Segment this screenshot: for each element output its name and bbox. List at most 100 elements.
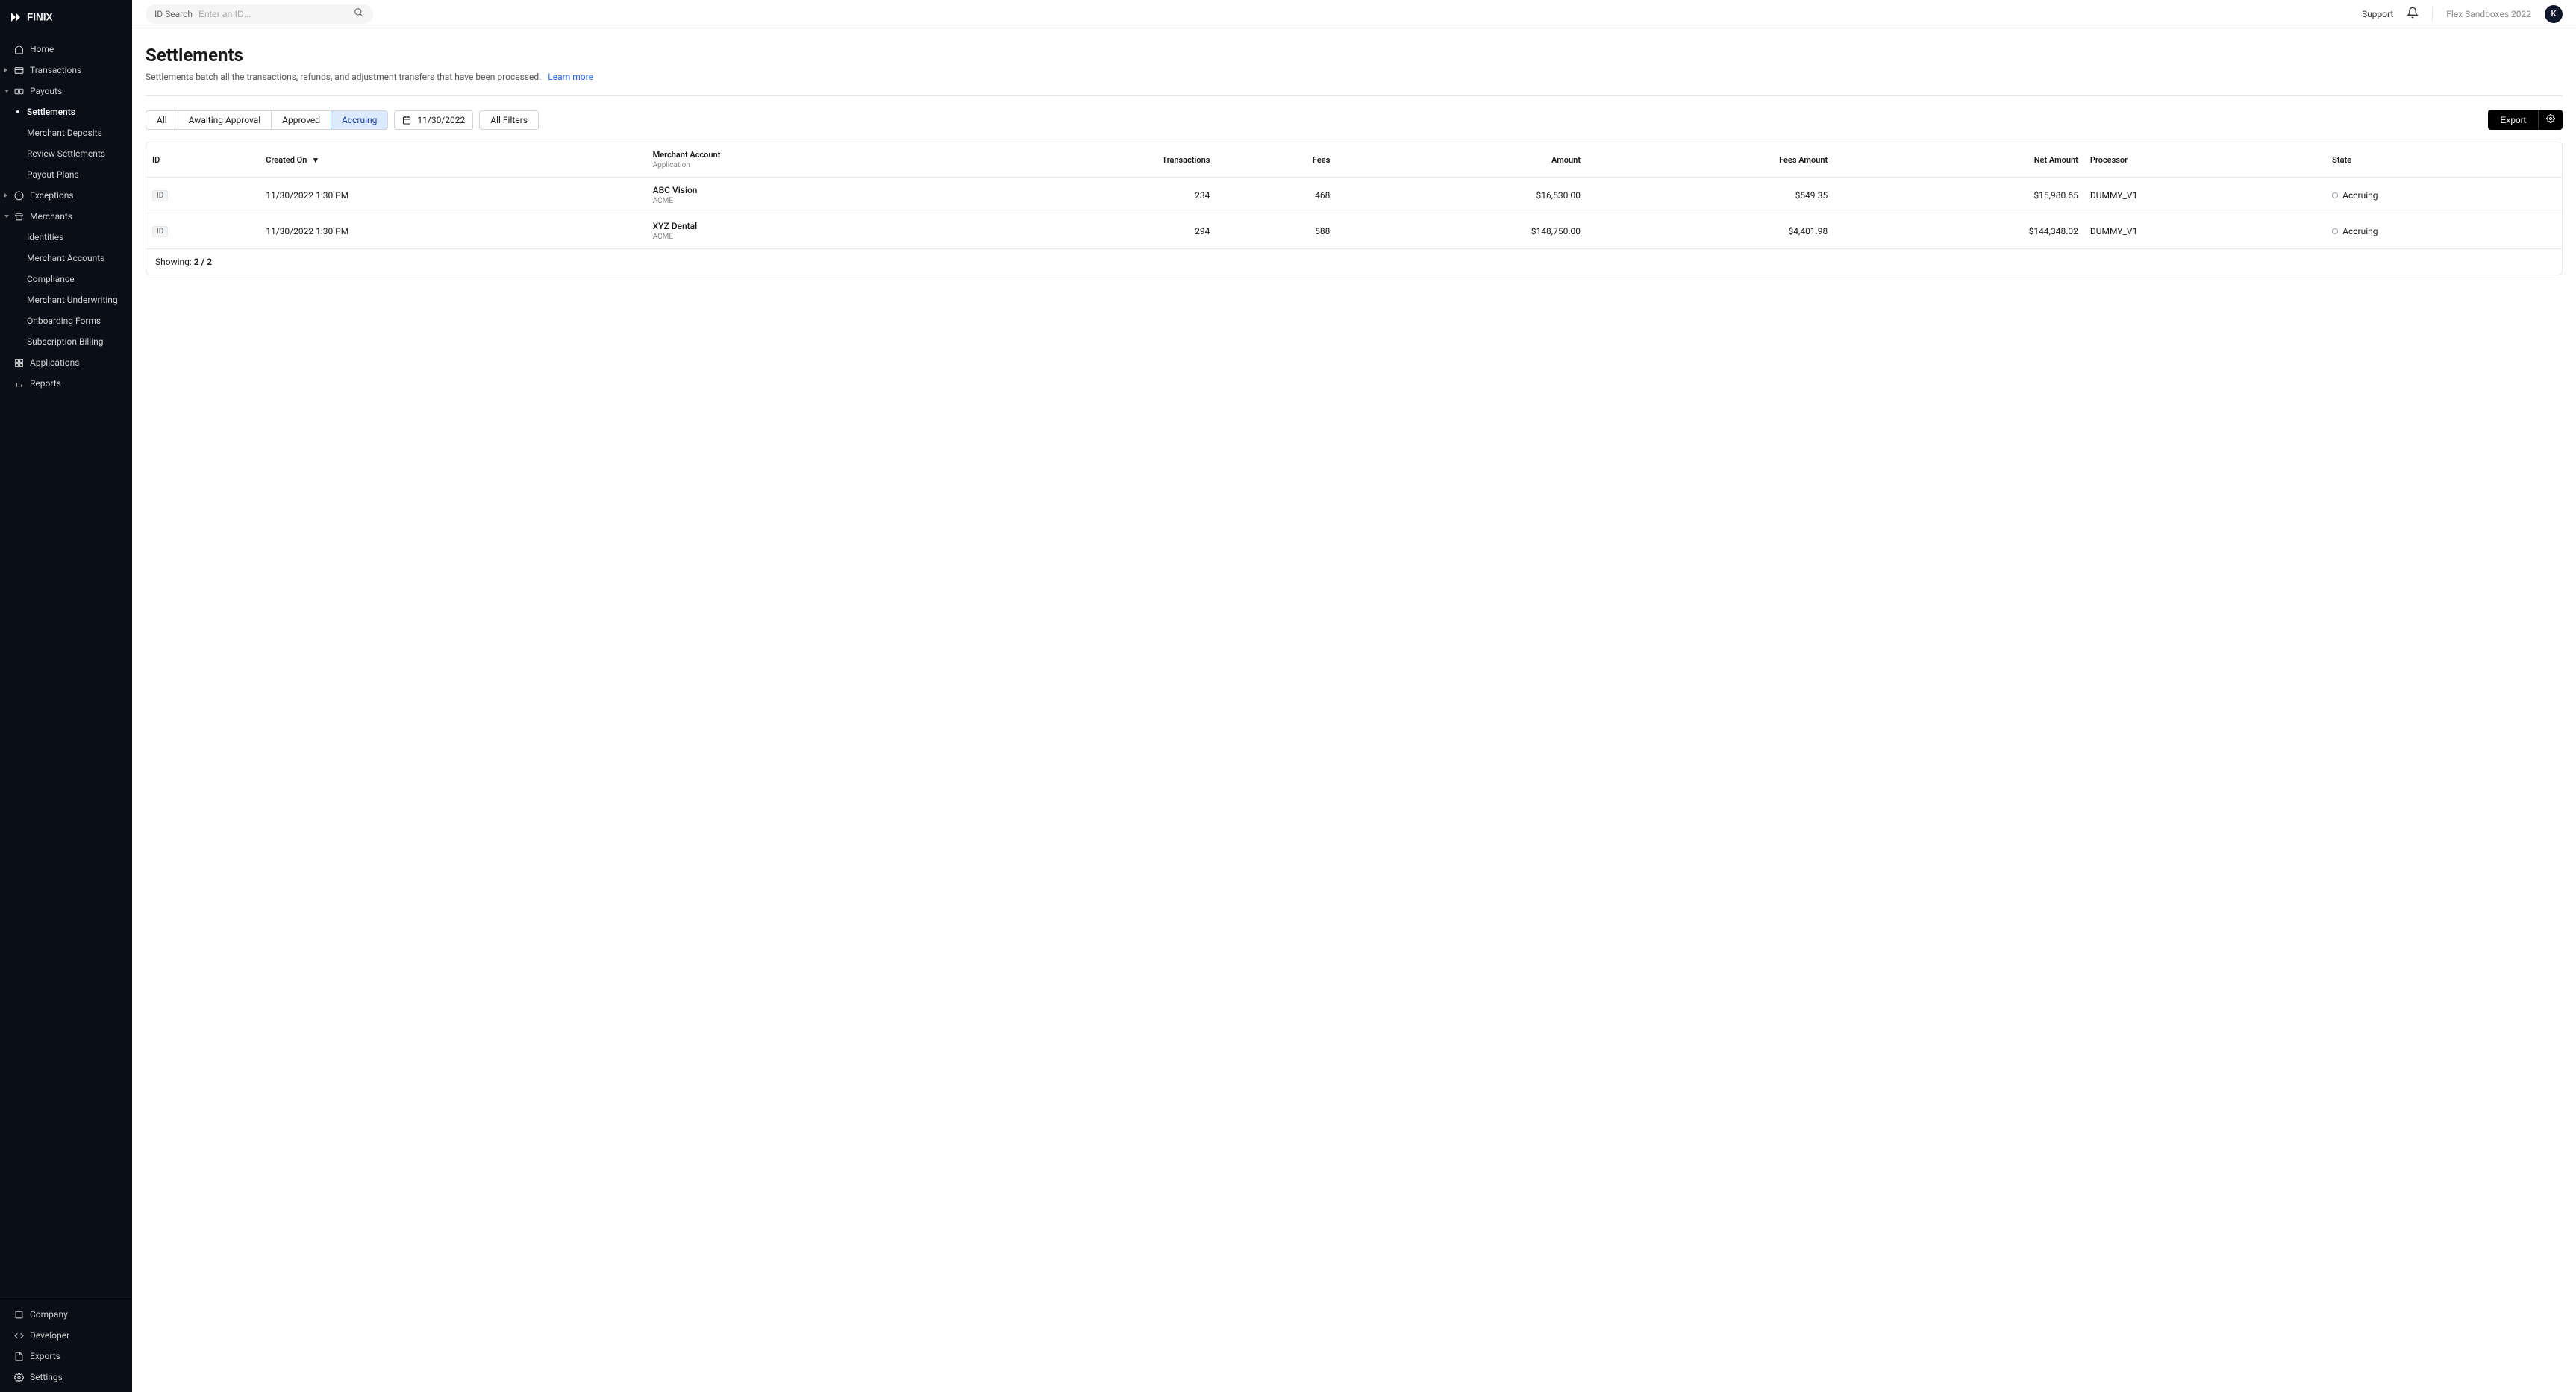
sidebar-item-label: Payouts — [30, 86, 62, 96]
sidebar-item-merchant-underwriting[interactable]: Merchant Underwriting — [27, 289, 132, 310]
sidebar: FINIX Home Transactions Payouts Settlements… — [0, 0, 132, 1392]
sidebar-item-payouts[interactable]: Payouts — [0, 81, 132, 101]
learn-more-link[interactable]: Learn more — [548, 72, 593, 82]
sidebar-item-merchant-accounts[interactable]: Merchant Accounts — [27, 248, 132, 269]
divider — [146, 95, 2563, 96]
support-link[interactable]: Support — [2362, 9, 2393, 19]
sidebar-item-merchant-deposits[interactable]: Merchant Deposits — [27, 122, 132, 143]
sidebar-item-payout-plans[interactable]: Payout Plans — [27, 164, 132, 185]
topbar-right: Support Flex Sandboxes 2022 K — [2362, 5, 2563, 23]
date-filter[interactable]: 11/30/2022 — [394, 110, 473, 130]
sort-desc-icon: ▾ — [313, 155, 318, 165]
divider — [2432, 7, 2433, 22]
sidebar-item-settlements[interactable]: Settlements — [27, 101, 132, 122]
sidebar-item-label: Payout Plans — [27, 169, 79, 180]
tab-approved[interactable]: Approved — [272, 111, 331, 129]
dev-icon — [13, 1330, 24, 1341]
sidebar-sub: Identities Merchant Accounts Compliance Mer… — [0, 227, 132, 352]
merchant-name: ABC Vision — [653, 185, 966, 195]
tab-accruing[interactable]: Accruing — [331, 110, 388, 130]
filter-controls: AllAwaiting ApprovalApprovedAccruing 11/… — [146, 110, 2563, 130]
merchant-name: XYZ Dental — [653, 221, 966, 231]
sidebar-item-label: Compliance — [27, 274, 75, 284]
cell-fees: 588 — [1216, 213, 1336, 249]
id-badge[interactable]: ID — [152, 190, 168, 201]
col-transactions[interactable]: Transactions — [972, 142, 1216, 178]
sidebar-item-review-settlements[interactable]: Review Settlements — [27, 143, 132, 164]
cell-fees-amount: $4,401.98 — [1586, 213, 1833, 249]
calendar-icon — [402, 116, 411, 125]
sidebar-item-label: Review Settlements — [27, 148, 105, 159]
sidebar-item-company[interactable]: Company — [0, 1304, 132, 1325]
sidebar-item-settings[interactable]: Settings — [0, 1367, 132, 1388]
all-filters-button[interactable]: All Filters — [479, 110, 539, 130]
page-description-text: Settlements batch all the transactions, … — [146, 72, 541, 82]
sidebar-item-label: Identities — [27, 232, 63, 242]
sidebar-item-identities[interactable]: Identities — [27, 227, 132, 248]
sidebar-item-onboarding-forms[interactable]: Onboarding Forms — [27, 310, 132, 331]
date-value: 11/30/2022 — [417, 115, 465, 125]
sidebar-item-subscription-billing[interactable]: Subscription Billing — [27, 331, 132, 352]
cell-state: Accruing — [2326, 213, 2562, 249]
sidebar-item-label: Merchant Underwriting — [27, 295, 118, 305]
search-input[interactable] — [198, 9, 348, 19]
bell-icon[interactable] — [2407, 7, 2419, 22]
cell-net-amount: $144,348.02 — [1833, 213, 2084, 249]
col-fees-amount[interactable]: Fees Amount — [1586, 142, 1833, 178]
main: ID Search Support Flex Sandboxes 2022 K … — [132, 0, 2576, 1392]
sidebar-item-label: Home — [30, 44, 54, 54]
sidebar-item-developer[interactable]: Developer — [0, 1325, 132, 1346]
sidebar-item-applications[interactable]: Applications — [0, 352, 132, 373]
sidebar-nav: Home Transactions Payouts Settlements Mercha… — [0, 34, 132, 1299]
brand-logo[interactable]: FINIX — [0, 0, 132, 34]
merchant-app: ACME — [653, 197, 966, 205]
tab-all[interactable]: All — [146, 111, 178, 129]
col-processor[interactable]: Processor — [2084, 142, 2326, 178]
tab-awaiting-approval[interactable]: Awaiting Approval — [178, 111, 272, 129]
topbar: ID Search Support Flex Sandboxes 2022 K — [132, 0, 2576, 28]
home-icon — [13, 44, 24, 54]
cell-state: Accruing — [2326, 178, 2562, 213]
sidebar-item-label: Exceptions — [30, 190, 74, 201]
table-settings-button[interactable] — [2538, 110, 2563, 130]
col-id[interactable]: ID — [146, 142, 260, 178]
sidebar-item-compliance[interactable]: Compliance — [27, 269, 132, 289]
avatar[interactable]: K — [2545, 5, 2563, 23]
sidebar-item-exceptions[interactable]: Exceptions — [0, 185, 132, 206]
sidebar-item-label: Merchants — [30, 211, 72, 222]
col-net-amount[interactable]: Net Amount — [1833, 142, 2084, 178]
cell-fees-amount: $549.35 — [1586, 178, 1833, 213]
search-wrap[interactable]: ID Search — [146, 4, 373, 24]
col-merchant-label: Merchant Account — [653, 150, 721, 160]
col-fees[interactable]: Fees — [1216, 142, 1336, 178]
sidebar-item-label: Developer — [30, 1330, 69, 1341]
content: Settlements Settlements batch all the tr… — [132, 28, 2576, 1392]
sidebar-item-home[interactable]: Home — [0, 39, 132, 60]
card-icon — [13, 65, 24, 75]
sidebar-item-label: Exports — [30, 1351, 60, 1361]
merchant-icon — [13, 211, 24, 222]
sidebar-item-transactions[interactable]: Transactions — [0, 60, 132, 81]
col-state[interactable]: State — [2326, 142, 2562, 178]
col-amount[interactable]: Amount — [1336, 142, 1586, 178]
sidebar-item-reports[interactable]: Reports — [0, 373, 132, 394]
cell-fees: 468 — [1216, 178, 1336, 213]
col-created-on[interactable]: Created On ▾ — [260, 142, 646, 178]
col-merchant-account[interactable]: Merchant Account Application — [647, 142, 972, 178]
sidebar-item-label: Settlements — [27, 107, 75, 117]
id-badge[interactable]: ID — [152, 226, 168, 237]
tab-group: AllAwaiting ApprovalApprovedAccruing — [146, 110, 388, 130]
cell-net-amount: $15,980.65 — [1833, 178, 2084, 213]
payout-icon — [13, 86, 24, 96]
apps-icon — [13, 357, 24, 368]
export-button[interactable]: Export — [2488, 110, 2538, 130]
sidebar-item-label: Company — [30, 1309, 68, 1320]
finix-logo-icon — [9, 10, 22, 24]
search-icon[interactable] — [354, 7, 364, 21]
sidebar-item-merchants[interactable]: Merchants — [0, 206, 132, 227]
table-row[interactable]: ID11/30/2022 1:30 PMXYZ DentalACME294588… — [146, 213, 2562, 249]
sidebar-item-label: Onboarding Forms — [27, 316, 101, 326]
sidebar-sub: Settlements Merchant Deposits Review Settl… — [0, 101, 132, 185]
table-row[interactable]: ID11/30/2022 1:30 PMABC VisionACME234468… — [146, 178, 2562, 213]
sidebar-item-exports[interactable]: Exports — [0, 1346, 132, 1367]
